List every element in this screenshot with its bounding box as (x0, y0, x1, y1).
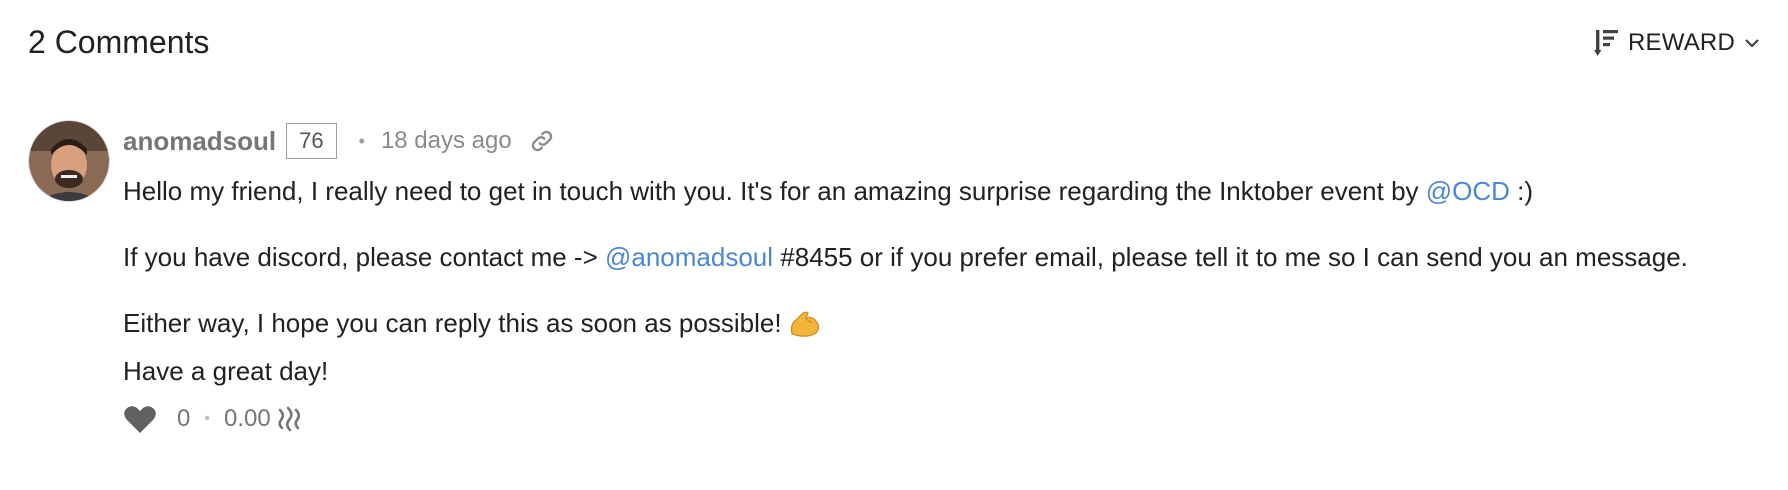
footer-separator: • (204, 410, 210, 427)
meta-separator: • (358, 130, 365, 151)
chevron-down-icon (1743, 37, 1761, 49)
comments-section: 2 Comments REWARD anomadsoul 76 • 18 day… (0, 0, 1788, 490)
paragraph-1-tail: :) (1509, 176, 1534, 206)
mention-ocd-link[interactable]: @OCD (1426, 176, 1510, 206)
paragraph-1-text: Hello my friend, I really need to get in… (123, 176, 1426, 206)
steem-icon (277, 406, 303, 432)
comment-paragraph-3: Either way, I hope you can reply this as… (123, 302, 1743, 392)
comment-paragraph-2: If you have discord, please contact me -… (123, 236, 1743, 278)
vote-count[interactable]: 0 (177, 405, 190, 433)
comment-meta: anomadsoul 76 • 18 days ago (123, 120, 1743, 162)
paragraph-3-line-2: Have a great day! (123, 356, 329, 386)
comment-paragraph-1: Hello my friend, I really need to get in… (123, 170, 1743, 212)
paragraph-3-line-1: Either way, I hope you can reply this as… (123, 308, 782, 338)
paragraph-2-tail: #8455 or if you prefer email, please tel… (773, 242, 1688, 272)
comment: anomadsoul 76 • 18 days ago Hello my fri… (123, 120, 1743, 440)
payout-value[interactable]: 0.00 (224, 405, 271, 433)
sort-descending-icon (1594, 28, 1620, 58)
heart-icon[interactable] (123, 404, 157, 434)
sort-dropdown[interactable]: REWARD (1594, 28, 1761, 58)
reputation-badge: 76 (286, 123, 337, 159)
flexed-biceps-emoji-icon (788, 308, 822, 350)
paragraph-2-text: If you have discord, please contact me -… (123, 242, 605, 272)
sort-label: REWARD (1628, 29, 1735, 56)
mention-anomadsoul-link[interactable]: @anomadsoul (605, 242, 773, 272)
avatar[interactable] (28, 120, 110, 202)
comment-footer: 0 • 0.00 (123, 398, 1743, 440)
comment-timestamp[interactable]: 18 days ago (381, 127, 512, 155)
author-name[interactable]: anomadsoul (123, 126, 276, 157)
link-icon[interactable] (528, 127, 556, 155)
comments-count-title: 2 Comments (28, 24, 210, 60)
